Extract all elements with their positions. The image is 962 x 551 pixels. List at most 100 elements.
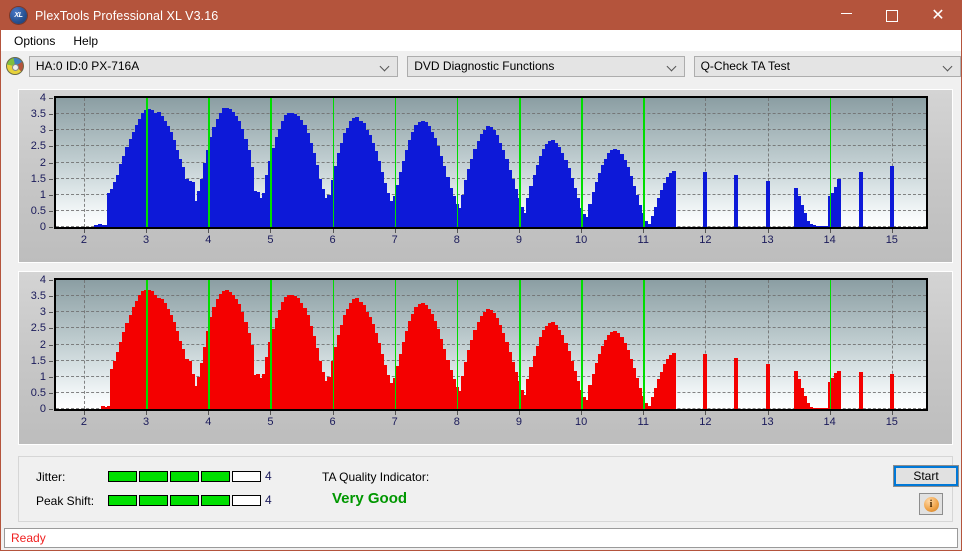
x-axis-tick: [146, 411, 148, 415]
drive-select[interactable]: HA:0 ID:0 PX-716A: [28, 55, 399, 77]
meter-segment: [201, 471, 230, 482]
x-axis-tick: [83, 411, 85, 415]
maximize-button[interactable]: [869, 1, 915, 30]
chart-bar: [765, 181, 770, 227]
x-axis-label: 10: [574, 416, 588, 428]
jitter-chart-bars: [56, 98, 926, 227]
x-axis-tick: [705, 229, 707, 233]
menu-item-help[interactable]: Help: [65, 32, 106, 50]
y-axis-label: 1: [39, 370, 46, 383]
chart-bar: [703, 354, 708, 409]
x-axis-tick: [394, 411, 396, 415]
chart-bar: [734, 175, 739, 227]
x-axis-tick: [705, 411, 707, 415]
y-axis-tick: [49, 344, 53, 346]
x-axis-tick: [891, 411, 893, 415]
x-axis-label: 15: [885, 416, 898, 428]
plextools-window: XL PlexTools Professional XL V3.16 ✕ Opt…: [0, 0, 962, 551]
x-axis-label: 11: [637, 234, 649, 246]
peak-shift-chart-x-axis: 2 3 4 5 6 7 8 9 10 11 12 13 14 15: [54, 411, 928, 439]
chart-marker-line: [332, 98, 335, 227]
y-axis-tick: [49, 146, 53, 148]
xl-logo-icon: XL: [10, 7, 27, 24]
chevron-down-icon: [944, 62, 953, 71]
y-axis-label: 4: [39, 92, 46, 104]
info-button[interactable]: i: [919, 493, 943, 515]
peak-shift-value: 4: [265, 493, 272, 507]
chart-marker-line: [518, 280, 521, 409]
function-select[interactable]: DVD Diagnostic Functions: [407, 55, 685, 77]
chart-bar: [889, 165, 894, 227]
x-axis-label: 2: [80, 416, 88, 428]
selector-toolbar: HA:0 ID:0 PX-716A DVD Diagnostic Functio…: [1, 51, 961, 81]
x-axis-label: 5: [267, 416, 274, 428]
x-axis-label: 13: [761, 234, 774, 246]
x-axis-tick: [581, 229, 583, 233]
chart-marker-line: [581, 98, 583, 227]
peak-shift-chart-panel: 0 0.5 1 1.5 2 2.5 3 3.5 4 2 3 4 5 6 7 8 9 10 11 12 13 14 15: [18, 271, 953, 445]
drive-select-value: HA:0 ID:0 PX-716A: [35, 59, 140, 73]
chart-bar: [672, 170, 677, 227]
chart-marker-line: [270, 98, 272, 227]
window-controls: ✕: [823, 1, 961, 30]
x-axis-tick: [767, 229, 769, 233]
x-axis-label: 7: [391, 416, 398, 428]
x-axis-label: 9: [515, 234, 523, 246]
y-axis-tick: [49, 178, 53, 180]
chart-bar: [734, 358, 739, 409]
title-bar: XL PlexTools Professional XL V3.16 ✕: [1, 1, 961, 30]
y-axis-tick: [49, 194, 53, 196]
chart-marker-line: [394, 280, 397, 409]
chart-marker-line: [332, 280, 335, 409]
x-axis-tick: [829, 411, 831, 415]
jitter-chart-panel: 0 0.5 1 1.5 2 2.5 3 3.5 4 2 3 4 5 6 7 8 9 10 11 12 13 14 15: [18, 89, 953, 263]
minimize-button[interactable]: [823, 1, 869, 30]
chevron-down-icon: [381, 62, 390, 71]
start-button-label: Start: [913, 469, 939, 483]
y-axis-label: 2.5: [30, 322, 46, 335]
start-button[interactable]: Start: [893, 465, 959, 487]
x-axis-tick: [270, 411, 272, 415]
y-axis-tick: [49, 296, 53, 298]
chart-marker-line: [394, 98, 397, 227]
chart-bar: [672, 352, 677, 409]
x-axis-tick: [518, 411, 520, 415]
jitter-chart-y-axis: 0 0.5 1 1.5 2 2.5 3 3.5 4: [19, 90, 53, 235]
x-axis-tick: [456, 411, 458, 415]
x-axis-label: 6: [329, 416, 336, 428]
x-axis-tick: [146, 229, 148, 233]
x-axis-tick: [208, 229, 210, 233]
meter-segment: [232, 471, 261, 482]
status-bar: Ready: [4, 528, 958, 548]
x-axis-tick: [581, 411, 583, 415]
x-axis-label: 9: [515, 416, 523, 428]
test-select[interactable]: Q-Check TA Test: [693, 55, 961, 77]
x-axis-label: 8: [453, 234, 460, 246]
close-icon: ✕: [931, 6, 945, 24]
y-axis-label: 1.5: [30, 172, 46, 185]
y-axis-tick: [49, 162, 53, 164]
results-panel: Jitter: 4 Peak Shift: 4 TA Quality Indic…: [18, 456, 959, 522]
close-button[interactable]: ✕: [915, 1, 961, 30]
meter-segment: [232, 495, 261, 506]
x-axis-label: 3: [143, 416, 150, 428]
x-axis-label: 14: [823, 234, 836, 246]
chart-bar: [837, 370, 841, 409]
y-axis-label: 0: [39, 403, 46, 415]
chart-marker-line: [829, 98, 832, 227]
peak-shift-chart-plot: [54, 278, 928, 411]
menu-item-options[interactable]: Options: [6, 32, 63, 50]
x-axis-tick: [332, 411, 334, 415]
y-axis-tick: [49, 360, 53, 362]
y-axis-label: 2.5: [30, 140, 46, 153]
jitter-chart-x-axis: 2 3 4 5 6 7 8 9 10 11 12 13 14 15: [54, 229, 928, 257]
chart-marker-line: [643, 280, 645, 409]
jitter-chart-plot: [54, 96, 928, 229]
chart-bar: [765, 363, 770, 409]
y-axis-label: 3: [39, 306, 46, 319]
x-axis-tick: [643, 229, 645, 233]
y-axis-tick: [49, 376, 53, 378]
chart-bar: [703, 171, 708, 227]
jitter-value: 4: [265, 469, 272, 483]
info-icon: i: [923, 496, 939, 512]
